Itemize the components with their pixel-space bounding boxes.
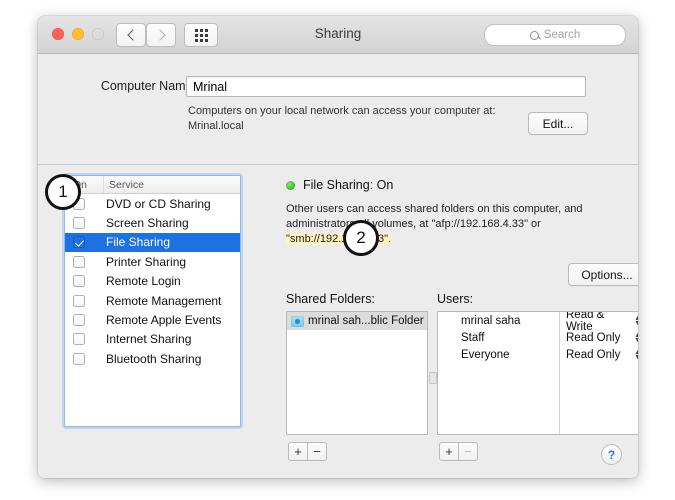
services-list[interactable]: On Service DVD or CD Sharing Screen Shari… [64,175,241,427]
search-icon [529,30,539,40]
service-checkbox[interactable] [73,352,85,365]
service-checkbox[interactable] [73,333,85,346]
remove-user-button: − [458,442,478,461]
service-row[interactable]: Remote Login [65,272,240,291]
folder-icon [291,315,304,327]
user-row[interactable]: Staff [438,329,559,346]
shared-folder-name: mrinal sah...blic Folder [308,315,424,327]
search-input[interactable]: Search [484,24,626,46]
preferences-content: Computer Name: Mrinal Computers on your … [38,54,638,478]
single-user-icon [443,315,457,327]
service-checkbox[interactable] [73,294,85,307]
service-name: DVD or CD Sharing [106,196,211,211]
service-name: Remote Apple Events [106,313,222,328]
users-list[interactable]: mrinal sahaStaffEveryone Read & Write▲▼R… [437,311,638,435]
service-row[interactable]: Remote Management [65,291,240,310]
service-name: Bluetooth Sharing [106,351,202,366]
service-status: File Sharing: On [286,178,393,192]
options-button[interactable]: Options... [568,263,638,286]
shared-folders-list[interactable]: mrinal sah...blic Folder [286,311,428,435]
permission-value: Read Only [566,348,621,361]
user-name: mrinal saha [461,314,521,327]
window-titlebar: Sharing Search [38,16,638,54]
service-row[interactable]: DVD or CD Sharing [65,194,240,213]
description-text: Other users can access shared folders on… [286,203,583,230]
service-checkbox[interactable] [73,255,85,268]
annotation-badge-2: 2 [343,220,379,256]
annotation-badge-1: 1 [45,174,81,210]
service-row[interactable]: Bluetooth Sharing [65,349,240,368]
service-row[interactable]: Screen Sharing [65,213,240,232]
panel-resize-handle[interactable] [429,372,437,384]
users-names-column: mrinal saha Staff Everyone [438,312,560,434]
hostname-text: Mrinal.local [188,120,244,132]
service-name: Internet Sharing [106,332,192,347]
user-name: Staff [461,331,485,344]
stepper-chevrons-icon[interactable]: ▲▼ [634,332,638,344]
remove-shared-folder-button[interactable]: − [307,442,327,461]
service-row[interactable]: Internet Sharing [65,330,240,349]
services-list-header: On Service [65,176,240,194]
permission-selector[interactable]: Read Only ▲▼ [560,346,638,363]
group-users-icon [443,332,457,344]
service-description: Other users can access shared folders on… [286,202,638,247]
stepper-chevrons-icon[interactable]: ▲▼ [634,315,638,327]
everyone-users-icon [443,349,457,361]
service-checkbox[interactable] [73,314,85,327]
users-label: Users: [437,292,474,306]
status-label: File Sharing: On [303,178,394,192]
help-button[interactable]: ? [601,444,622,465]
service-row[interactable]: Printer Sharing [65,252,240,271]
computer-name-field[interactable]: Mrinal [186,76,586,97]
service-name: Screen Sharing [106,216,189,231]
edit-button[interactable]: Edit... [528,112,588,135]
service-name: File Sharing [106,235,171,250]
computer-name-label: Computer Name: [100,79,196,93]
search-placeholder: Search [543,29,581,41]
permission-value: Read & Write [566,311,605,333]
sharing-preferences-window: Sharing Search Computer Name: Mrinal Com… [38,16,638,478]
user-row[interactable]: Everyone [438,346,559,363]
section-divider [38,164,638,165]
permission-value: Read Only [566,331,621,344]
service-checkbox[interactable] [73,236,85,249]
add-user-button[interactable]: + [439,442,459,461]
user-row[interactable]: mrinal saha [438,312,559,329]
service-row[interactable]: File Sharing [65,232,240,253]
shared-folder-item[interactable]: mrinal sah...blic Folder [287,312,427,330]
computer-name-description: Computers on your local network can acce… [188,104,548,134]
column-header-service: Service [103,176,240,193]
stepper-chevrons-icon[interactable]: ▲▼ [634,349,638,361]
service-row[interactable]: Remote Apple Events [65,310,240,329]
user-name: Everyone [461,348,510,361]
permission-selector[interactable]: Read & Write ▲▼ [560,312,638,333]
service-name: Remote Management [106,293,222,308]
services-rows: DVD or CD Sharing Screen Sharing File Shar… [65,194,240,369]
status-indicator-dot [286,180,295,190]
service-name: Printer Sharing [106,254,187,269]
service-name: Remote Login [106,274,181,289]
shared-folders-label: Shared Folders: [286,292,375,306]
add-shared-folder-button[interactable]: + [288,442,308,461]
service-checkbox[interactable] [73,217,85,230]
network-access-text: Computers on your local network can acce… [188,105,496,117]
users-permissions-column: Read & Write ▲▼ Read Only ▲▼ Read Only ▲▼ [560,312,638,434]
service-checkbox[interactable] [73,275,85,288]
